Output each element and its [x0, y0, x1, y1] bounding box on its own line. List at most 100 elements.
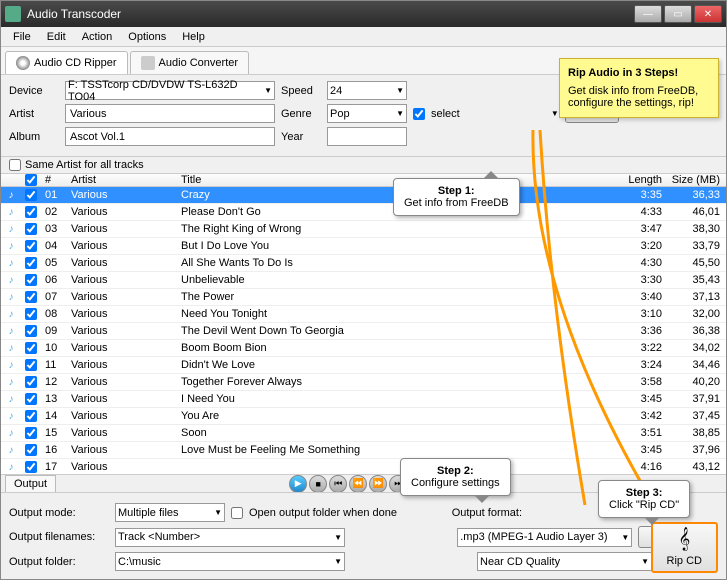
music-note-icon: ♪ [4, 324, 18, 338]
menu-options[interactable]: Options [120, 29, 174, 45]
output-tab[interactable]: Output [5, 475, 56, 492]
artist-input[interactable] [65, 104, 275, 123]
rewind-button[interactable]: ⏪ [349, 475, 367, 493]
track-checkbox[interactable] [25, 376, 37, 388]
music-note-icon: ♪ [4, 426, 18, 440]
track-checkbox[interactable] [25, 274, 37, 286]
track-checkbox[interactable] [25, 427, 37, 439]
album-input[interactable] [65, 127, 275, 146]
output-filenames-combo[interactable]: Track <Number>▼ [115, 528, 345, 547]
track-row[interactable]: ♪16VariousLove Must be Feeling Me Someth… [1, 442, 726, 459]
track-row[interactable]: ♪13VariousI Need You3:4537,91 [1, 391, 726, 408]
track-checkbox[interactable] [25, 291, 37, 303]
track-checkbox[interactable] [25, 223, 37, 235]
music-note-icon: ♪ [4, 375, 18, 389]
track-checkbox[interactable] [25, 308, 37, 320]
music-note-icon: ♪ [4, 222, 18, 236]
menu-action[interactable]: Action [74, 29, 121, 45]
chevron-down-icon[interactable]: ▼ [551, 109, 559, 118]
track-row[interactable]: ♪15VariousSoon3:5138,85 [1, 425, 726, 442]
rip-cd-button[interactable]: 𝄞 Rip CD [651, 522, 718, 573]
col-artist[interactable]: Artist [67, 174, 177, 186]
select-label: select [431, 108, 460, 120]
same-artist-checkbox[interactable] [9, 159, 21, 171]
col-size[interactable]: Size (MB) [668, 174, 726, 186]
output-format-combo[interactable]: .mp3 (MPEG-1 Audio Layer 3)▼ [457, 528, 632, 547]
track-row[interactable]: ♪08VariousNeed You Tonight3:1032,00 [1, 306, 726, 323]
track-checkbox[interactable] [25, 410, 37, 422]
window-title: Audio Transcoder [27, 7, 634, 21]
track-checkbox[interactable] [25, 325, 37, 337]
track-row[interactable]: ♪02VariousPlease Don't Go4:3346,01 [1, 204, 726, 221]
tooltip-step3: Step 3: Click "Rip CD" [598, 480, 690, 518]
play-button[interactable]: ▶ [289, 475, 307, 493]
output-mode-combo[interactable]: Multiple files▼ [115, 503, 225, 522]
app-icon [5, 6, 21, 22]
output-folder-combo[interactable]: C:\music▼ [115, 552, 345, 571]
speed-combo[interactable]: 24▼ [327, 81, 407, 100]
track-row[interactable]: ♪01VariousCrazy3:3536,33 [1, 187, 726, 204]
music-note-icon: ♪ [4, 392, 18, 406]
track-checkbox[interactable] [25, 240, 37, 252]
menu-file[interactable]: File [5, 29, 39, 45]
forward-button[interactable]: ⏩ [369, 475, 387, 493]
tab-audio-cd-ripper[interactable]: Audio CD Ripper [5, 51, 128, 74]
maximize-button[interactable]: ▭ [664, 5, 692, 23]
music-note-icon: ♪ [4, 256, 18, 270]
open-folder-label: Open output folder when done [249, 507, 397, 519]
music-note-icon: ♪ [4, 443, 18, 457]
music-note-icon: ♪ [4, 460, 18, 474]
track-row[interactable]: ♪06VariousUnbelievable3:3035,43 [1, 272, 726, 289]
music-note-icon: ♪ [4, 205, 18, 219]
minimize-button[interactable]: — [634, 5, 662, 23]
music-note-icon: ♪ [4, 409, 18, 423]
device-combo[interactable]: F: TSSTcorp CD/DVDW TS-L632D TO04▼ [65, 81, 275, 100]
track-checkbox[interactable] [25, 342, 37, 354]
track-checkbox[interactable] [25, 206, 37, 218]
artist-label: Artist [9, 108, 59, 120]
output-folder-label: Output folder: [9, 556, 109, 568]
track-row[interactable]: ♪10VariousBoom Boom Bion3:2234,02 [1, 340, 726, 357]
chevron-down-icon: ▼ [641, 557, 649, 566]
same-artist-row: Same Artist for all tracks [1, 157, 726, 174]
track-row[interactable]: ♪09VariousThe Devil Went Down To Georgia… [1, 323, 726, 340]
track-row[interactable]: ♪14VariousYou Are3:4237,45 [1, 408, 726, 425]
track-row[interactable]: ♪05VariousAll She Wants To Do Is4:3045,5… [1, 255, 726, 272]
output-quality-combo[interactable]: Near CD Quality▼ [477, 552, 652, 571]
select-checkbox[interactable] [413, 108, 425, 120]
music-note-icon: ♪ [4, 273, 18, 287]
track-checkbox[interactable] [25, 444, 37, 456]
track-row[interactable]: ♪07VariousThe Power3:4037,13 [1, 289, 726, 306]
track-header: # Artist Title Length Size (MB) [1, 174, 726, 187]
stop-button[interactable]: ■ [309, 475, 327, 493]
track-checkbox[interactable] [25, 461, 37, 473]
open-folder-checkbox[interactable] [231, 507, 243, 519]
track-checkbox[interactable] [25, 393, 37, 405]
col-num[interactable]: # [41, 174, 67, 186]
select-all-checkbox[interactable] [25, 174, 37, 186]
track-row[interactable]: ♪03VariousThe Right King of Wrong3:4738,… [1, 221, 726, 238]
genre-combo[interactable]: Pop▼ [327, 104, 407, 123]
titlebar: Audio Transcoder — ▭ ✕ [1, 1, 726, 27]
track-checkbox[interactable] [25, 359, 37, 371]
sticky-note: Rip Audio in 3 Steps! Get disk info from… [559, 58, 719, 118]
track-row[interactable]: ♪17Various4:1643,12 [1, 459, 726, 474]
menu-help[interactable]: Help [174, 29, 213, 45]
chevron-down-icon: ▼ [334, 533, 342, 542]
tooltip-step2: Step 2: Configure settings [400, 458, 511, 496]
track-row[interactable]: ♪04VariousBut I Do Love You3:2033,79 [1, 238, 726, 255]
menu-edit[interactable]: Edit [39, 29, 74, 45]
close-button[interactable]: ✕ [694, 5, 722, 23]
track-row[interactable]: ♪11VariousDidn't We Love3:2434,46 [1, 357, 726, 374]
track-row[interactable]: ♪12VariousTogether Forever Always3:5840,… [1, 374, 726, 391]
music-note-icon: ♪ [4, 290, 18, 304]
year-input[interactable] [327, 127, 407, 146]
tab-audio-converter[interactable]: Audio Converter [130, 51, 250, 74]
album-label: Album [9, 131, 59, 143]
chevron-down-icon: ▼ [334, 557, 342, 566]
prev-button[interactable]: ⏮ [329, 475, 347, 493]
track-checkbox[interactable] [25, 189, 37, 201]
col-length[interactable]: Length [618, 174, 668, 186]
track-checkbox[interactable] [25, 257, 37, 269]
chevron-down-icon: ▼ [214, 508, 222, 517]
